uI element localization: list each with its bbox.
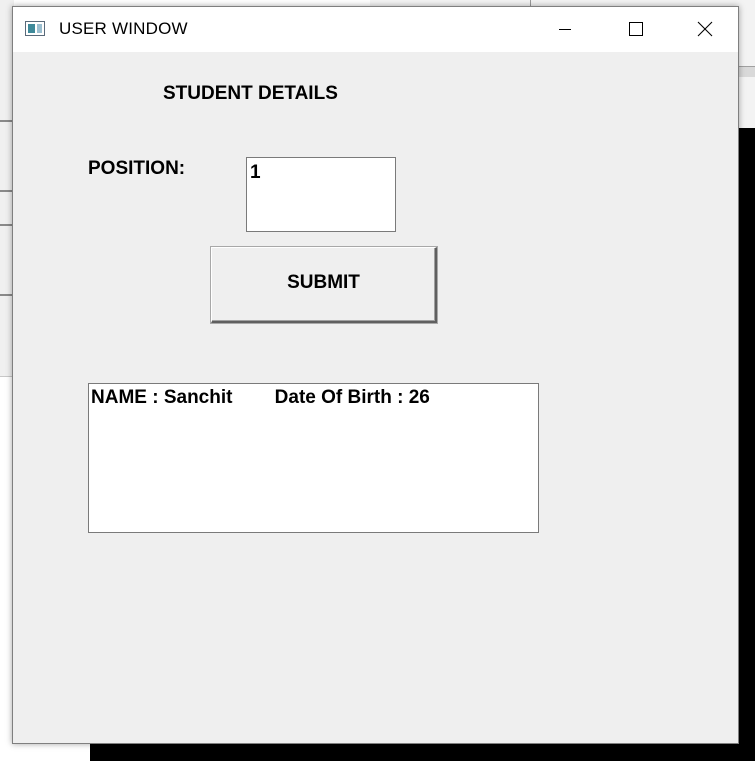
minimize-button[interactable] — [530, 7, 600, 52]
divider — [739, 66, 755, 77]
maximize-icon — [629, 22, 643, 36]
page-title: STUDENT DETAILS — [163, 83, 338, 104]
position-label: POSITION: — [88, 158, 186, 179]
student-details-output[interactable]: NAME : Sanchit Date Of Birth : 26 — [88, 383, 539, 533]
position-input[interactable]: 1 — [246, 157, 396, 232]
title-bar[interactable]: USER WINDOW — [13, 7, 738, 52]
maximize-button[interactable] — [600, 7, 670, 52]
background-panel-right — [739, 0, 755, 128]
app-window-icon — [25, 21, 45, 36]
window-title: USER WINDOW — [59, 19, 188, 38]
minimize-icon — [559, 29, 571, 30]
close-button[interactable] — [670, 7, 740, 52]
user-window: USER WINDOW STUDENT DETAILS POSITION: 1 … — [12, 6, 739, 744]
submit-button[interactable]: SUBMIT — [211, 247, 437, 323]
close-icon — [697, 21, 713, 37]
